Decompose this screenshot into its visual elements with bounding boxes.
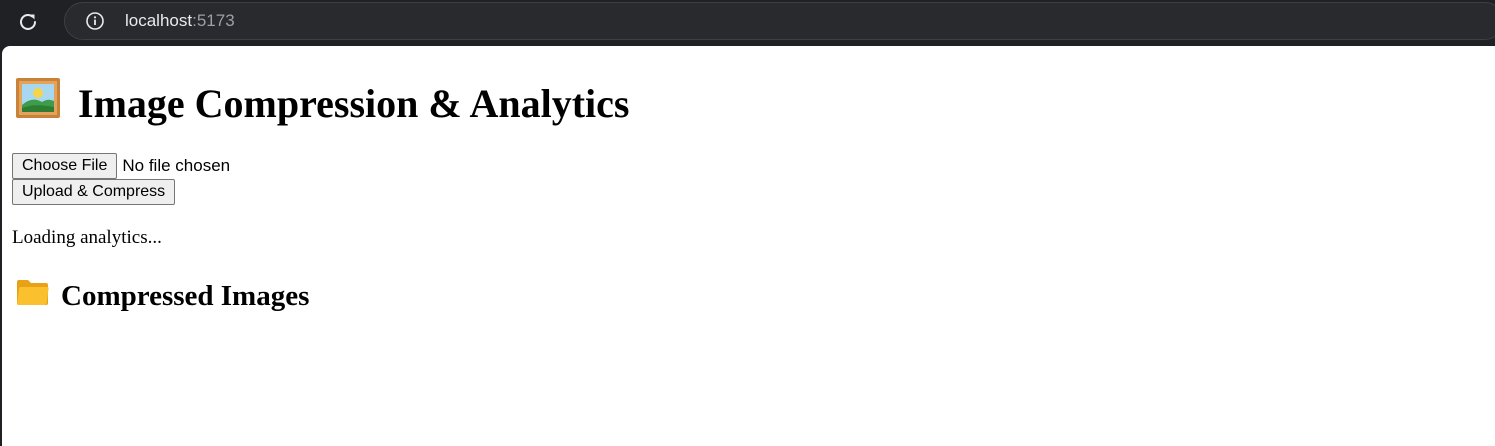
section-title-text: Compressed Images <box>61 280 310 312</box>
url-host: localhost <box>125 11 193 30</box>
upload-row: Upload & Compress <box>12 179 176 205</box>
reload-icon <box>20 13 36 30</box>
address-bar[interactable]: localhost:5173 <box>64 2 1495 40</box>
compressed-images-heading: Compressed Images <box>16 278 309 314</box>
file-status-text: No file chosen <box>122 156 231 175</box>
reload-button[interactable] <box>14 8 42 36</box>
folder-icon <box>16 278 61 314</box>
site-info-icon[interactable] <box>86 12 104 30</box>
upload-compress-button[interactable]: Upload & Compress <box>12 179 176 205</box>
loading-analytics-text: Loading analytics... <box>12 227 162 248</box>
url-text[interactable]: localhost:5173 <box>125 11 235 31</box>
browser-toolbar: localhost:5173 <box>0 0 1495 44</box>
url-port: :5173 <box>192 11 235 30</box>
page-title-text: Image Compression & Analytics <box>78 80 630 126</box>
framed-picture-icon <box>16 78 78 129</box>
page-title: Image Compression & Analytics <box>16 78 629 129</box>
page-viewport: Image Compression & Analytics Choose Fil… <box>2 46 1495 446</box>
choose-file-button[interactable]: Choose File <box>12 153 118 179</box>
file-input[interactable]: Choose File No file chosen <box>12 153 230 179</box>
